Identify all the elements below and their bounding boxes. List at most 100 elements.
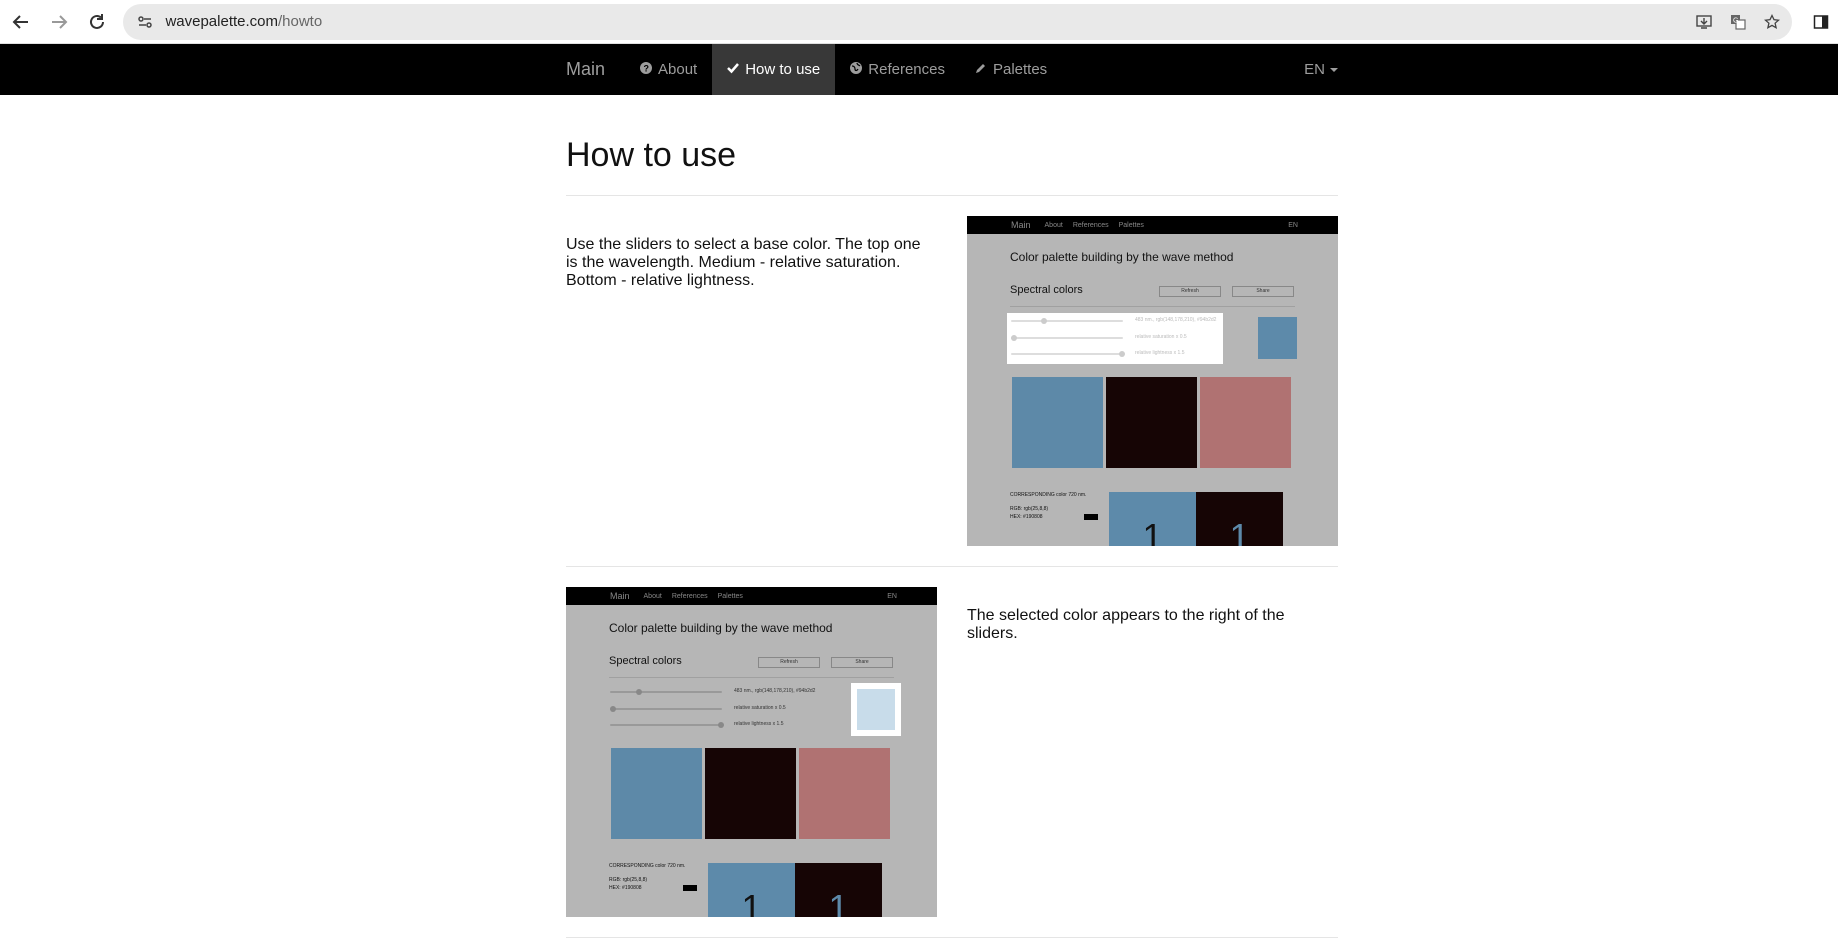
page-title: How to use <box>566 136 1338 196</box>
mini-navbar: Main About References Palettes EN <box>967 216 1338 234</box>
mini-title: Color palette building by the wave metho… <box>1010 250 1234 264</box>
mini-sliders-highlighted: 483 nm., rgb(148,178,210), #94b2d2 relat… <box>1007 313 1223 364</box>
mini-palette-swatch <box>611 748 702 839</box>
mini-nav-palettes: Palettes <box>717 592 743 600</box>
mini-slider1-label: 483 nm., rgb(148,178,210), #94b2d2 <box>734 688 816 694</box>
nav-about[interactable]: ? About <box>625 44 712 95</box>
nav-palettes[interactable]: Palettes <box>960 44 1062 95</box>
nav-how-to-use[interactable]: How to use <box>712 44 836 95</box>
mini-subtitle: Spectral colors <box>609 655 682 667</box>
nav-how-to-use-label: How to use <box>745 61 821 78</box>
mini-brand: Main <box>610 591 630 601</box>
nav-about-label: About <box>658 61 698 78</box>
mini-share-button: Share <box>831 657 893 668</box>
mini-palette-swatch <box>1200 377 1291 468</box>
mini-black-chip <box>683 885 697 891</box>
mini-title: Color palette building by the wave metho… <box>609 621 833 635</box>
mini-palette-swatch <box>799 748 890 839</box>
mini-palette-swatch <box>1012 377 1103 468</box>
bookmark-star-icon[interactable] <box>1762 12 1782 32</box>
mini-wavelength-slider <box>1011 318 1123 324</box>
mini-slider2-label: relative saturation x 0.5 <box>1135 334 1187 340</box>
mini-corr-line: CORRESPONDING color 720 nm. <box>609 863 686 869</box>
section-text: The selected color appears to the right … <box>967 607 1285 642</box>
nav-references-label: References <box>868 61 945 78</box>
mini-slider1-label: 483 nm., rgb(148,178,210), #94b2d2 <box>1135 317 1217 323</box>
mini-lang: EN <box>1288 221 1298 229</box>
mini-sliders: 483 nm., rgb(148,178,210), #94b2d2 relat… <box>606 684 822 735</box>
mini-saturation-slider <box>610 706 722 712</box>
mini-palette-swatch <box>705 748 796 839</box>
address-bar[interactable]: wavepalette.com/howto G <box>123 3 1793 40</box>
mini-refresh-button: Refresh <box>1159 286 1221 297</box>
mini-divider <box>1010 306 1295 307</box>
mini-corr-line: HEX: #190808 <box>1010 514 1043 520</box>
mini-block: 1 <box>708 863 795 917</box>
screenshot-swatch: Main About References Palettes EN Color … <box>566 587 937 917</box>
mini-app-screenshot: Main About References Palettes EN Color … <box>967 216 1338 546</box>
svg-text:G: G <box>1733 17 1738 24</box>
mini-nav-palettes: Palettes <box>1118 221 1144 229</box>
mini-slider3-label: relative lightness x 1.5 <box>1135 350 1185 356</box>
main-content: How to use Use the sliders to select a b… <box>566 95 1338 938</box>
reload-icon[interactable] <box>80 5 114 39</box>
forward-icon[interactable] <box>42 5 76 39</box>
mini-lightness-slider <box>610 722 724 728</box>
mini-share-button: Share <box>1232 286 1294 297</box>
mini-block: 1 <box>1196 492 1283 546</box>
mini-corresponding-info: CORRESPONDING color 720 nm. RGB: rgb(25,… <box>1010 491 1086 521</box>
mini-wavelength-slider <box>610 689 722 695</box>
browser-toolbar: wavepalette.com/howto G <box>0 0 1838 44</box>
mini-lightness-slider <box>1011 351 1125 357</box>
section-text: Use the sliders to select a base color. … <box>566 236 921 289</box>
mini-black-chip <box>1084 514 1098 520</box>
site-navbar: Main ? About How to use References Palet… <box>0 44 1838 95</box>
mini-selected-swatch-highlighted <box>851 683 901 736</box>
mini-navbar: Main About References Palettes EN <box>566 587 937 605</box>
mini-corresponding-info: CORRESPONDING color 720 nm. RGB: rgb(25,… <box>609 862 685 892</box>
mini-palette-swatch <box>1106 377 1197 468</box>
question-circle-icon: ? <box>640 62 653 77</box>
url-path: /howto <box>278 13 323 30</box>
mini-app-screenshot: Main About References Palettes EN Color … <box>566 587 937 917</box>
svg-text:?: ? <box>644 64 650 74</box>
howto-section-swatch: Main About References Palettes EN Color … <box>566 567 1338 938</box>
mini-block: 1 <box>1109 492 1196 546</box>
mini-subtitle: Spectral colors <box>1010 284 1083 296</box>
url-text[interactable]: wavepalette.com/howto <box>165 13 322 30</box>
mini-block: 1 <box>795 863 882 917</box>
nav-palettes-label: Palettes <box>992 61 1048 78</box>
howto-section-sliders: Use the sliders to select a base color. … <box>566 196 1338 567</box>
mini-lang: EN <box>887 592 897 600</box>
screenshot-sliders: Main About References Palettes EN Color … <box>967 216 1338 546</box>
mini-corr-line: HEX: #190808 <box>609 885 642 891</box>
brand-link[interactable]: Main <box>566 59 605 80</box>
mini-slider2-label: relative saturation x 0.5 <box>734 705 786 711</box>
back-icon[interactable] <box>4 5 38 39</box>
mini-brand: Main <box>1011 220 1031 230</box>
mini-nav-references: References <box>671 592 708 600</box>
check-icon <box>727 62 740 77</box>
language-dropdown[interactable]: EN <box>1304 61 1338 78</box>
side-panel-icon[interactable] <box>1804 5 1838 39</box>
mini-nav-references: References <box>1072 221 1109 229</box>
mini-corr-line: RGB: rgb(25,8,8) <box>609 877 648 883</box>
mini-saturation-slider <box>1011 335 1123 341</box>
mini-divider <box>609 677 894 678</box>
mini-nav-about: About <box>1044 221 1063 229</box>
caret-down-icon <box>1330 67 1338 72</box>
globe-icon <box>850 62 863 77</box>
translate-icon[interactable]: G <box>1728 12 1748 32</box>
nav-references[interactable]: References <box>835 44 960 95</box>
language-label: EN <box>1304 61 1325 78</box>
site-info-icon[interactable] <box>135 12 155 32</box>
mini-corr-line: RGB: rgb(25,8,8) <box>1010 506 1049 512</box>
mini-corr-line: CORRESPONDING color 720 nm. <box>1010 492 1087 498</box>
mini-nav-about: About <box>643 592 662 600</box>
install-icon[interactable] <box>1694 12 1714 32</box>
mini-refresh-button: Refresh <box>758 657 820 668</box>
mini-slider3-label: relative lightness x 1.5 <box>734 721 784 727</box>
url-domain: wavepalette.com <box>165 13 278 30</box>
mini-selected-swatch <box>1258 317 1297 359</box>
pencil-icon <box>975 62 987 77</box>
